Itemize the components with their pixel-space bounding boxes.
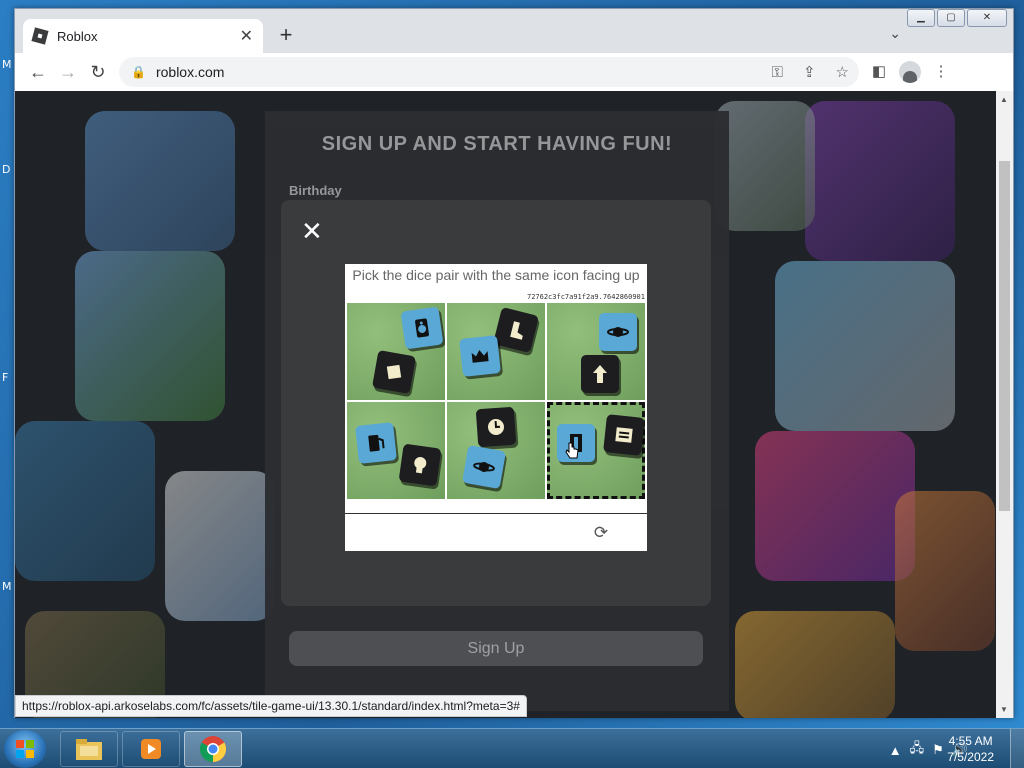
dice-speaker-icon (400, 306, 444, 350)
url-text[interactable]: roblox.com (156, 64, 762, 80)
browser-toolbar: ← → ↻ 🔒 roblox.com ⚿ ⇪ ☆ ◧ ⋮ (15, 53, 1013, 91)
key-icon[interactable]: ⚿ (772, 64, 783, 81)
window-controls: ▁ ▢ ✕ (907, 9, 1007, 27)
profile-avatar-icon[interactable] (899, 61, 921, 83)
minimize-button[interactable]: ▁ (907, 9, 935, 27)
maximize-button[interactable]: ▢ (937, 9, 965, 27)
dice-boot-icon (492, 306, 540, 354)
status-bar-url: https://roblox-api.arkoselabs.com/fc/ass… (15, 695, 527, 717)
side-panel-icon[interactable]: ◧ (867, 60, 891, 84)
bookmark-star-icon[interactable]: ☆ (836, 63, 849, 81)
sign-up-button[interactable]: Sign Up (289, 631, 703, 666)
captcha-tile-1[interactable] (347, 303, 445, 400)
dice-scroll-icon (371, 349, 417, 395)
taskbar-explorer-button[interactable] (60, 731, 118, 767)
tab-close-icon[interactable]: ✕ (240, 26, 253, 46)
start-button[interactable] (4, 730, 46, 768)
clock-time: 4:55 AM (948, 734, 993, 748)
browser-window: Roblox ✕ + ⌄ ▁ ▢ ✕ ← → ↻ 🔒 roblox.com ⚿ … (14, 8, 1014, 718)
scroll-up-arrow-icon[interactable]: ▲ (1000, 95, 1008, 104)
dice-arrow-up-icon (581, 355, 619, 393)
background-game-tile (85, 111, 235, 251)
background-game-tile (805, 101, 955, 261)
forward-button[interactable]: → (53, 57, 83, 87)
background-game-tile (715, 101, 815, 231)
close-window-button[interactable]: ✕ (967, 9, 1007, 27)
dice-planet-icon (599, 313, 637, 351)
desktop-icon-label: M (2, 580, 12, 593)
menu-kebab-icon[interactable]: ⋮ (929, 60, 953, 84)
captcha-modal: ✕ Pick the dice pair with the same icon … (281, 200, 711, 606)
toolbar-right: ◧ ⋮ (867, 60, 953, 84)
background-game-tile (15, 421, 155, 581)
reload-button[interactable]: ↻ (83, 57, 113, 87)
show-hidden-icons-icon[interactable]: ▲ (889, 743, 902, 758)
taskbar-chrome-button[interactable] (184, 731, 242, 767)
dice-clock-icon (475, 406, 517, 448)
captcha-tile-2[interactable] (447, 303, 545, 400)
captcha-widget: Pick the dice pair with the same icon fa… (345, 264, 647, 551)
clock[interactable]: 4:55 AM 7/5/2022 (947, 733, 994, 765)
hand-cursor-icon (565, 442, 579, 459)
vertical-scrollbar[interactable]: ▲ ▼ (996, 91, 1013, 718)
dice-planet-icon (461, 444, 507, 490)
back-button[interactable]: ← (23, 57, 53, 87)
captcha-tile-3[interactable] (547, 303, 645, 400)
scrollbar-thumb[interactable] (999, 161, 1010, 511)
desktop-icon-label: F (2, 371, 9, 384)
captcha-tile-5[interactable] (447, 402, 545, 499)
signup-title: SIGN UP AND START HAVING FUN! (321, 133, 673, 155)
close-icon[interactable]: ✕ (301, 218, 323, 244)
address-bar[interactable]: 🔒 roblox.com ⚿ ⇪ ☆ (119, 57, 859, 87)
tab-strip: Roblox ✕ + ⌄ ▁ ▢ ✕ (15, 9, 1013, 53)
clock-date: 7/5/2022 (947, 750, 994, 764)
show-desktop-button[interactable] (1010, 729, 1024, 768)
media-player-icon (141, 739, 161, 759)
refresh-icon[interactable]: ⟳ (591, 523, 611, 543)
dice-crown-icon (459, 335, 501, 377)
windows-logo-icon (16, 740, 34, 758)
flag-icon[interactable]: ⚑ (932, 742, 944, 758)
dice-lightbulb-icon (398, 443, 442, 487)
desktop-icon-label: M (2, 58, 12, 71)
background-game-tile (755, 431, 915, 581)
scroll-down-arrow-icon[interactable]: ▼ (1000, 705, 1008, 714)
birthday-label: Birthday (289, 183, 342, 198)
lock-icon[interactable]: 🔒 (131, 65, 146, 79)
background-game-tile (75, 251, 225, 421)
dice-fuel-pump-icon (355, 422, 397, 464)
background-game-tile (895, 491, 995, 651)
network-icon[interactable]: 🖧 (910, 739, 925, 761)
folder-icon (76, 739, 102, 760)
background-game-tile (735, 611, 895, 718)
taskbar-media-player-button[interactable] (122, 731, 180, 767)
background-game-tile (165, 471, 275, 621)
captcha-divider (345, 513, 647, 514)
captcha-tile-6[interactable] (547, 402, 645, 499)
captcha-session-id: 72762c3fc7a91f2a9.7642860901 (526, 293, 645, 301)
background-game-tile (775, 261, 955, 431)
page-viewport: SIGN UP AND START HAVING FUN! Birthday S… (15, 91, 997, 718)
share-icon[interactable]: ⇪ (803, 63, 816, 81)
tab-title: Roblox (57, 28, 98, 44)
captcha-tile-grid (347, 303, 645, 500)
taskbar: ▲ 🖧 ⚑ 🔊 4:55 AM 7/5/2022 (0, 728, 1024, 768)
captcha-instructions: Pick the dice pair with the same icon fa… (352, 267, 640, 283)
captcha-tile-4[interactable] (347, 402, 445, 499)
desktop-icon-label: D (2, 163, 11, 176)
new-tab-button[interactable]: + (273, 23, 299, 49)
tab-search-chevron-icon[interactable]: ⌄ (889, 25, 901, 42)
roblox-favicon-icon (31, 27, 49, 45)
dice-document-icon (603, 414, 645, 456)
tab-roblox[interactable]: Roblox ✕ (23, 19, 263, 53)
chrome-icon (199, 736, 227, 763)
